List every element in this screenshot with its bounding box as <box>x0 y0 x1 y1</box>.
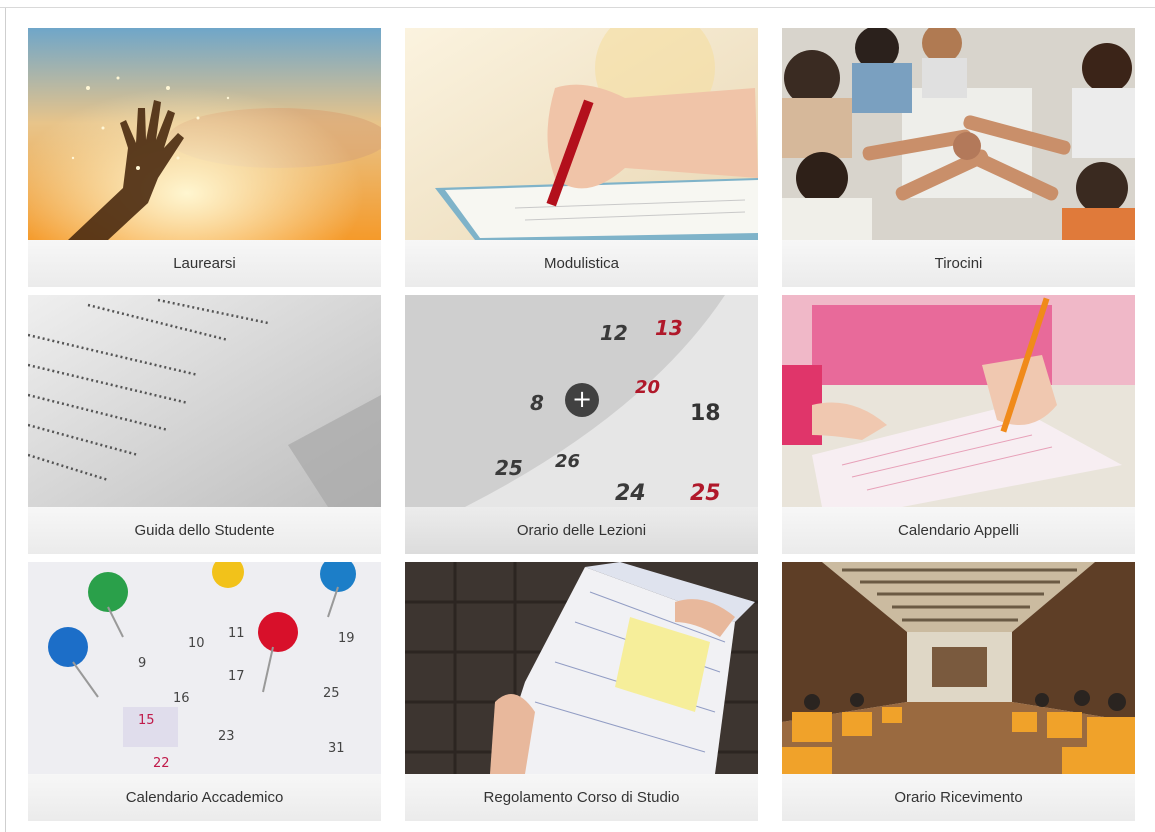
tile-laurearsi-label: Laurearsi <box>28 240 381 287</box>
svg-text:19: 19 <box>338 631 355 646</box>
calendar-pages-image: 12 8 25 26 24 13 20 25 18 + <box>405 295 758 507</box>
svg-text:17: 17 <box>228 669 245 684</box>
tile-calendario-appelli[interactable]: Calendario Appelli <box>782 295 1135 554</box>
team-stacking-hands-image <box>782 28 1135 240</box>
tile-calendario-accademico-label: Calendario Accademico <box>28 774 381 821</box>
tile-calendario-appelli-label: Calendario Appelli <box>782 507 1135 554</box>
tile-guida-dello-studente-label: Guida dello Studente <box>28 507 381 554</box>
svg-text:16: 16 <box>173 691 190 706</box>
tile-guida-dello-studente[interactable]: Guida dello Studente <box>28 295 381 554</box>
svg-text:10: 10 <box>188 636 205 651</box>
student-exam-answer-sheet-image <box>782 295 1135 507</box>
hand-reaching-sunset-image <box>28 28 381 240</box>
tile-orario-delle-lezioni[interactable]: 12 8 25 26 24 13 20 25 18 + Orario delle… <box>405 295 758 554</box>
open-notebook-image <box>405 562 758 774</box>
svg-text:31: 31 <box>328 741 345 756</box>
svg-text:18: 18 <box>690 401 721 426</box>
left-divider <box>5 8 6 832</box>
tile-tirocini[interactable]: Tirocini <box>782 28 1135 287</box>
zoom-plus-icon[interactable]: + <box>565 383 599 417</box>
library-hall-image <box>782 562 1135 774</box>
tile-calendario-accademico[interactable]: 10 11 19 9 17 25 16 23 31 15 22 Calendario Acc… <box>28 562 381 821</box>
svg-text:15: 15 <box>138 713 155 728</box>
tile-regolamento-corso-di-studio[interactable]: Regolamento Corso di Studio <box>405 562 758 821</box>
svg-text:12: 12 <box>600 321 628 345</box>
tile-regolamento-corso-di-studio-label: Regolamento Corso di Studio <box>405 774 758 821</box>
svg-text:8: 8 <box>530 391 544 415</box>
top-divider <box>0 7 1155 8</box>
svg-text:9: 9 <box>138 656 146 671</box>
svg-text:23: 23 <box>218 729 235 744</box>
tile-orario-delle-lezioni-label: Orario delle Lezioni <box>405 507 758 554</box>
tile-laurearsi[interactable]: Laurearsi <box>28 28 381 287</box>
tile-tirocini-label: Tirocini <box>782 240 1135 287</box>
calendar-with-push-pins-image: 10 11 19 9 17 25 16 23 31 15 22 <box>28 562 381 774</box>
svg-text:22: 22 <box>153 756 170 771</box>
tile-modulistica[interactable]: Modulistica <box>405 28 758 287</box>
svg-text:24: 24 <box>615 481 646 506</box>
svg-text:25: 25 <box>495 456 523 480</box>
svg-text:13: 13 <box>655 316 683 340</box>
hand-writing-form-image <box>405 28 758 240</box>
tile-orario-ricevimento-label: Orario Ricevimento <box>782 774 1135 821</box>
svg-text:25: 25 <box>690 481 721 506</box>
svg-text:26: 26 <box>555 451 580 472</box>
printed-index-pages-image <box>28 295 381 507</box>
svg-text:11: 11 <box>228 626 245 641</box>
tile-modulistica-label: Modulistica <box>405 240 758 287</box>
svg-text:20: 20 <box>635 377 660 398</box>
svg-text:25: 25 <box>323 686 340 701</box>
tile-orario-ricevimento[interactable]: Orario Ricevimento <box>782 562 1135 821</box>
tiles-grid: Laurearsi Modulistica Tirocini Guida del… <box>28 28 1135 821</box>
